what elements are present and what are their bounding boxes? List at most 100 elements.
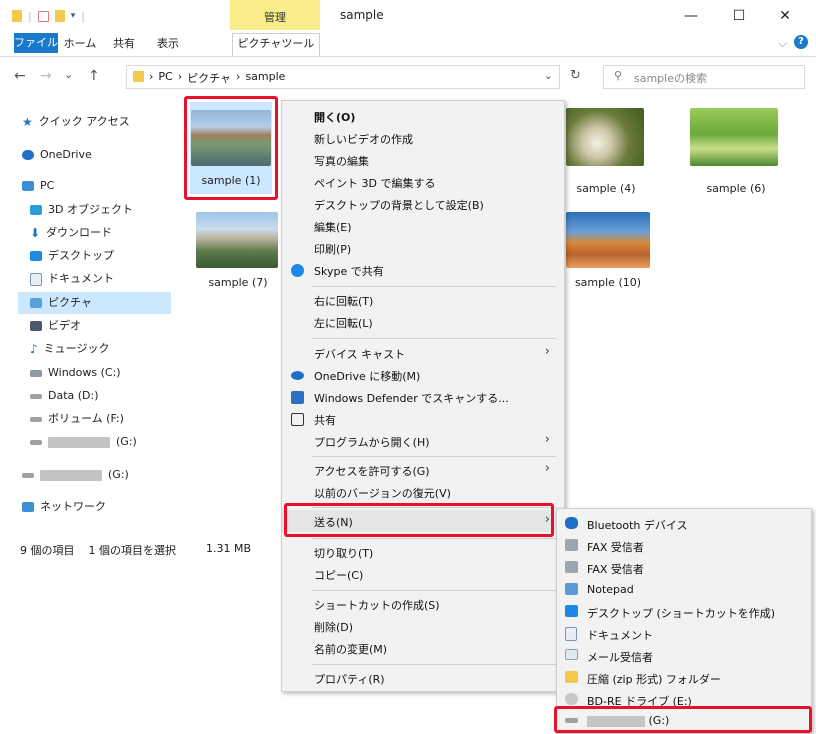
nav-drive-d[interactable]: Data (D:) xyxy=(30,385,99,407)
file-thumbnail[interactable] xyxy=(566,212,650,268)
nav-quick-access[interactable]: ★ クイック アクセス xyxy=(22,111,130,133)
nav-drive-g[interactable]: (G:) xyxy=(30,431,137,453)
menu-item-edit[interactable]: 編集(E) xyxy=(282,215,564,237)
nav-music[interactable]: ♪ ミュージック xyxy=(30,338,109,360)
sendto-zip[interactable]: 圧縮 (zip 形式) フォルダー xyxy=(557,666,811,689)
submenu-item-label: 圧縮 (zip 形式) フォルダー xyxy=(587,673,721,686)
maximize-button[interactable]: ☐ xyxy=(716,4,762,28)
ribbon-expand-icon[interactable]: ⌵ xyxy=(778,36,787,51)
sendto-notepad[interactable]: Notepad xyxy=(557,578,811,601)
back-button[interactable]: ← xyxy=(14,68,26,84)
menu-item-share[interactable]: 共有 xyxy=(282,408,564,430)
close-button[interactable]: ✕ xyxy=(762,4,808,28)
menu-item-give-access[interactable]: アクセスを許可する(G) › xyxy=(282,459,564,481)
file-name[interactable]: sample (10) xyxy=(558,276,658,289)
file-name[interactable]: sample (6) xyxy=(686,182,786,195)
sendto-fax-2[interactable]: FAX 受信者 xyxy=(557,556,811,579)
submenu-item-label: FAX 受信者 xyxy=(587,541,644,554)
sendto-desktop[interactable]: デスクトップ (ショートカットを作成) xyxy=(557,600,811,623)
file-thumbnail[interactable] xyxy=(196,212,278,268)
nav-removable-g[interactable]: (G:) xyxy=(22,464,129,486)
file-name[interactable]: sample (4) xyxy=(556,182,656,195)
menu-item-label: 新しいビデオの作成 xyxy=(314,133,413,146)
properties-icon[interactable] xyxy=(37,10,49,22)
menu-item-rotate-right[interactable]: 右に回転(T) xyxy=(282,289,564,311)
computer-icon xyxy=(22,181,34,191)
customize-qat-icon[interactable]: ▾ xyxy=(71,11,76,21)
sendto-fax-1[interactable]: FAX 受信者 xyxy=(557,534,811,557)
sendto-documents[interactable]: ドキュメント xyxy=(557,622,811,645)
menu-item-edit-photo[interactable]: 写真の編集 xyxy=(282,149,564,171)
menu-item-properties[interactable]: プロパティ(R) xyxy=(282,667,564,689)
tab-view[interactable]: 表示 xyxy=(148,34,188,54)
refresh-button[interactable]: ↻ xyxy=(570,68,581,83)
file-item[interactable]: sample (1) xyxy=(190,102,272,194)
menu-item-device-cast[interactable]: デバイス キャスト › xyxy=(282,342,564,364)
menu-item-print[interactable]: 印刷(P) xyxy=(282,237,564,259)
forward-button[interactable]: → xyxy=(40,68,52,84)
nav-3d-objects[interactable]: 3D オブジェクト xyxy=(30,199,133,221)
mail-icon xyxy=(565,649,578,660)
tab-file[interactable]: ファイル xyxy=(14,33,58,53)
star-icon: ★ xyxy=(22,115,33,129)
optical-drive-icon xyxy=(565,693,578,705)
nav-onedrive[interactable]: OneDrive xyxy=(22,144,92,166)
menu-item-defender-scan[interactable]: Windows Defender でスキャンする... xyxy=(282,386,564,408)
menu-item-delete[interactable]: 削除(D) xyxy=(282,615,564,637)
share-icon xyxy=(291,413,304,426)
menu-item-cut[interactable]: 切り取り(T) xyxy=(282,541,564,563)
divider: | xyxy=(81,9,85,23)
address-bar[interactable]: › PC › ピクチャ › sample ⌄ xyxy=(126,65,560,89)
nav-pc[interactable]: PC xyxy=(22,175,54,197)
menu-item-paint3d[interactable]: ペイント 3D で編集する xyxy=(282,171,564,193)
nav-desktop[interactable]: デスクトップ xyxy=(30,245,114,267)
nav-pictures[interactable]: ピクチャ xyxy=(30,292,92,314)
menu-item-label: Windows Defender でスキャンする... xyxy=(314,392,509,405)
menu-item-create-video[interactable]: 新しいビデオの作成 xyxy=(282,127,564,149)
menu-item-restore-versions[interactable]: 以前のバージョンの復元(V) xyxy=(282,481,564,503)
network-icon xyxy=(22,502,34,512)
file-name: sample (1) xyxy=(201,174,261,187)
documents-icon xyxy=(565,627,577,641)
menu-item-label: Skype で共有 xyxy=(314,265,384,278)
tab-picture-tools[interactable]: ピクチャツール xyxy=(232,33,320,56)
nav-label: ボリューム (F:) xyxy=(48,412,124,425)
folder-icon[interactable] xyxy=(12,10,22,22)
menu-item-open[interactable]: 開く(O) xyxy=(282,105,564,127)
nav-drive-c[interactable]: Windows (C:) xyxy=(30,362,121,384)
menu-item-copy[interactable]: コピー(C) xyxy=(282,563,564,585)
nav-downloads[interactable]: ⬇ ダウンロード xyxy=(30,222,112,244)
breadcrumb-pc[interactable]: PC xyxy=(158,70,172,86)
recent-locations-button[interactable]: ⌄ xyxy=(64,68,73,81)
context-tab-group-label: 管理 xyxy=(264,11,286,24)
menu-item-open-with[interactable]: プログラムから開く(H) › xyxy=(282,430,564,452)
up-button[interactable]: ↑ xyxy=(88,68,100,84)
menu-item-rename[interactable]: 名前の変更(M) xyxy=(282,637,564,659)
new-folder-icon[interactable] xyxy=(54,10,65,22)
file-name[interactable]: sample (7) xyxy=(188,276,288,289)
menu-item-skype-share[interactable]: Skype で共有 xyxy=(282,259,564,281)
nav-videos[interactable]: ビデオ xyxy=(30,315,81,337)
minimize-button[interactable]: — xyxy=(668,4,714,28)
nav-drive-f[interactable]: ボリューム (F:) xyxy=(30,408,124,430)
file-thumbnail[interactable] xyxy=(690,108,778,166)
menu-item-move-to-onedrive[interactable]: OneDrive に移動(M) xyxy=(282,364,564,386)
drive-icon xyxy=(30,393,42,399)
breadcrumb-sample[interactable]: sample xyxy=(245,70,285,86)
sendto-bluetooth[interactable]: Bluetooth デバイス xyxy=(557,512,811,535)
tab-home[interactable]: ホーム xyxy=(60,34,100,54)
address-row: ← → ⌄ ↑ › PC › ピクチャ › sample ⌄ ↻ ⚲ sampl… xyxy=(0,57,816,93)
sendto-mail[interactable]: メール受信者 xyxy=(557,644,811,667)
address-dropdown-icon[interactable]: ⌄ xyxy=(544,69,553,82)
search-box[interactable]: ⚲ sampleの検索 xyxy=(603,65,805,89)
nav-network[interactable]: ネットワーク xyxy=(22,496,106,518)
fax-icon xyxy=(565,539,578,551)
nav-documents[interactable]: ドキュメント xyxy=(30,268,114,290)
help-icon[interactable]: ? xyxy=(794,35,808,49)
file-thumbnail[interactable] xyxy=(566,108,644,166)
menu-item-set-background[interactable]: デスクトップの背景として設定(B) xyxy=(282,193,564,215)
menu-item-create-shortcut[interactable]: ショートカットの作成(S) xyxy=(282,593,564,615)
breadcrumb-pictures[interactable]: ピクチャ xyxy=(187,70,231,86)
tab-share[interactable]: 共有 xyxy=(104,34,144,54)
menu-item-rotate-left[interactable]: 左に回転(L) xyxy=(282,311,564,333)
